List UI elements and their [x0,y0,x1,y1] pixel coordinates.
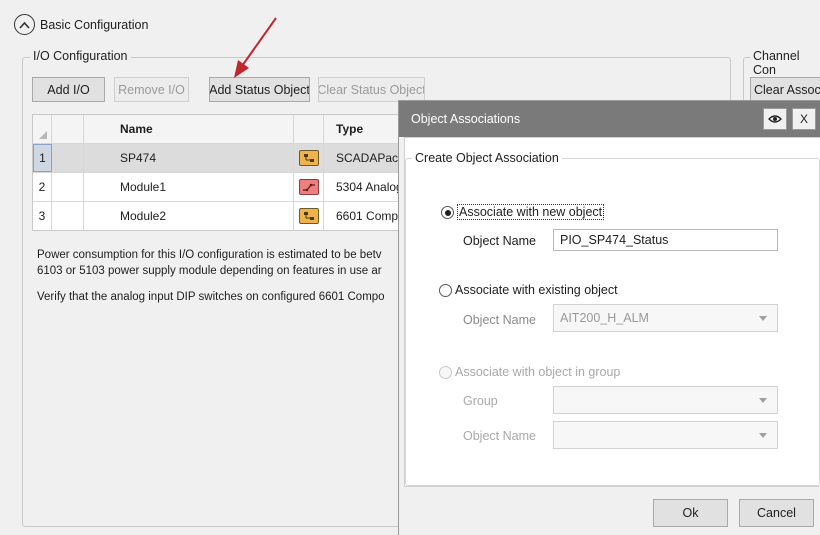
clear-status-object-button[interactable]: Clear Status Object [318,77,425,102]
select-all-cell[interactable] [33,115,52,143]
ok-button[interactable]: Ok [653,499,728,527]
group-object-name-select[interactable] [553,421,778,449]
row-index: 2 [33,173,52,201]
new-object-label[interactable]: Associate with new object [456,204,605,220]
create-association-legend: Create Object Association [412,151,562,165]
annotation-arrow [234,17,277,78]
existing-object-radio[interactable] [439,284,452,297]
table-row[interactable]: 1 SP474 SCADAPack 474 [33,144,431,173]
table-header-row: Name Type [33,115,431,144]
existing-object-value: AIT200_H_ALM [560,311,649,325]
module-icon [298,150,319,166]
preview-button[interactable] [763,108,787,130]
channel-configuration-legend: Channel Con [750,49,820,77]
eye-icon [768,115,782,123]
row-name: SP474 [84,144,294,172]
existing-object-name-label: Object Name [463,313,536,327]
section-title: Basic Configuration [40,18,149,32]
new-object-name-input[interactable]: PIO_SP474_Status [553,229,778,251]
clear-associations-button[interactable]: Clear Associa [750,77,820,102]
group-object-name-label: Object Name [463,429,536,443]
dialog-body: Create Object Association Associate with… [404,137,820,487]
add-io-button[interactable]: Add I/O [32,77,105,102]
existing-object-select[interactable]: AIT200_H_ALM [553,304,778,332]
row-index: 3 [33,202,52,230]
new-object-name-label: Object Name [463,234,536,248]
chevron-up-icon [19,21,30,29]
group-object-radio[interactable] [439,366,452,379]
row-name: Module1 [84,173,294,201]
module-icon [298,208,319,224]
chevron-down-icon [759,433,767,438]
dip-switch-info: Verify that the analog input DIP switche… [37,291,385,303]
io-table: Name Type 1 SP474 SCADAPack 474 2 Module… [32,114,432,231]
io-configuration-legend: I/O Configuration [30,49,131,63]
analog-out-icon [298,179,319,195]
row-index: 1 [33,144,52,172]
group-label: Group [463,394,498,408]
power-info-line1: Power consumption for this I/O configura… [37,249,382,261]
column-header-name[interactable]: Name [84,115,294,143]
remove-io-button[interactable]: Remove I/O [114,77,189,102]
power-info-line2: 6103 or 5103 power supply module dependi… [37,265,382,277]
chevron-down-icon [759,398,767,403]
table-row[interactable]: 2 Module1 5304 Analog Out [33,173,431,202]
close-button[interactable]: X [792,108,816,130]
chevron-down-icon [759,316,767,321]
row-name: Module2 [84,202,294,230]
dialog-title-bar: Object Associations [399,101,820,137]
object-associations-dialog: Object Associations X Create Object Asso… [398,100,820,535]
new-object-radio[interactable] [441,206,454,219]
dialog-title: Object Associations [411,112,521,126]
cancel-button[interactable]: Cancel [739,499,814,527]
group-object-label[interactable]: Associate with object in group [455,365,620,379]
table-row[interactable]: 3 Module2 6601 Composite I/ [33,202,431,230]
group-select[interactable] [553,386,778,414]
collapse-section-button[interactable] [14,14,35,35]
existing-object-label[interactable]: Associate with existing object [455,283,618,297]
